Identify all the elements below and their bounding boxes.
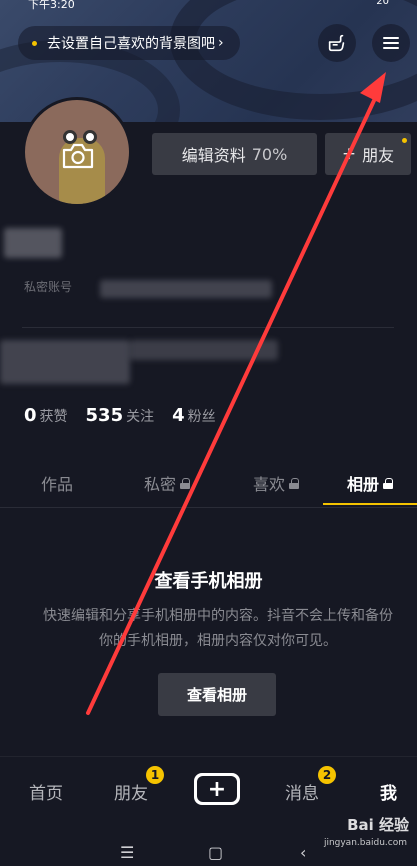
status-bar: 下午3:20 20 <box>0 0 417 12</box>
system-menu-button[interactable]: ☰ <box>120 843 134 862</box>
menu-icon <box>383 37 399 49</box>
edit-profile-button[interactable]: 编辑资料 70% <box>152 133 317 175</box>
plus-icon: + <box>197 776 237 802</box>
add-friend-button[interactable]: + 朋友 <box>325 133 411 175</box>
add-friend-label: 朋友 <box>362 146 395 165</box>
chevron-right-icon: › <box>218 35 224 51</box>
watermark-logo: Bai 经验 <box>347 816 409 834</box>
create-button[interactable]: + <box>191 773 243 805</box>
stat-value: 0 <box>24 405 37 426</box>
stat-label: 粉丝 <box>187 409 216 425</box>
nav-me[interactable]: 我 <box>380 779 397 804</box>
tab-label: 作品 <box>40 475 73 494</box>
lock-icon <box>180 477 190 489</box>
active-tab-indicator <box>323 503 417 505</box>
empty-state-title: 查看手机相册 <box>154 571 263 592</box>
view-album-button[interactable]: 查看相册 <box>158 673 276 716</box>
stat-value: 535 <box>85 405 124 426</box>
watermark-url: jingyan.baidu.com <box>323 838 407 848</box>
stat-value: 4 <box>172 405 185 426</box>
system-back-button[interactable]: ‹ <box>300 843 306 862</box>
stat-followers[interactable]: 4 粉丝 <box>172 405 216 426</box>
edit-profile-progress: 70% <box>251 144 288 164</box>
status-time: 下午3:20 <box>28 0 75 11</box>
profile-stats: 0 获赞 535 关注 4 粉丝 <box>24 405 234 426</box>
stat-label: 获赞 <box>39 409 68 425</box>
empty-state-description: 快速编辑和分享手机相册中的内容。抖音不会上传和备份你的手机相册，相册内容仅对你可… <box>43 608 393 649</box>
tab-label: 私密 <box>143 475 176 494</box>
edit-profile-label: 编辑资料 <box>181 146 246 165</box>
tab-works[interactable]: 作品 <box>5 460 109 506</box>
avatar[interactable] <box>22 97 132 207</box>
system-home-button[interactable]: ▢ <box>208 843 223 862</box>
tab-private[interactable]: 私密 <box>115 460 219 506</box>
background-swirl <box>170 0 417 120</box>
tab-album[interactable]: 相册 <box>323 460 417 506</box>
tip-dot <box>32 40 37 46</box>
view-album-label: 查看相册 <box>186 686 247 704</box>
nav-messages[interactable]: 消息 <box>285 779 319 804</box>
lock-icon <box>289 477 299 489</box>
camera-icon[interactable] <box>61 142 95 170</box>
stat-following[interactable]: 535 关注 <box>86 405 155 426</box>
redacted-bio <box>130 340 278 360</box>
tab-label: 相册 <box>346 475 379 494</box>
battery-level: 20 <box>376 0 389 7</box>
plus-icon: + <box>341 144 357 164</box>
messages-badge: 2 <box>318 766 336 784</box>
set-background-tip-text: 去设置自己喜欢的背景图吧 <box>47 36 215 52</box>
redacted-nickname <box>4 228 62 258</box>
redacted-bio <box>0 340 130 384</box>
menu-button[interactable] <box>372 24 410 62</box>
hand-icon <box>328 34 345 52</box>
stat-label: 关注 <box>126 409 155 425</box>
nav-friends[interactable]: 朋友 <box>114 779 148 804</box>
divider <box>22 327 394 328</box>
set-background-tip[interactable]: 去设置自己喜欢的背景图吧 › <box>18 26 240 60</box>
tab-label: 喜欢 <box>252 475 285 494</box>
notification-dot <box>402 138 407 143</box>
lock-icon <box>383 477 393 489</box>
stat-likes[interactable]: 0 获赞 <box>24 405 68 426</box>
profile-tabs: 作品 私密 喜欢 相册 <box>0 460 417 508</box>
redacted-account-id <box>100 280 272 298</box>
friends-badge: 1 <box>146 766 164 784</box>
hand-button[interactable] <box>318 24 356 62</box>
tab-likes[interactable]: 喜欢 <box>224 460 328 506</box>
account-label: 私密账号 <box>24 280 73 294</box>
nav-home[interactable]: 首页 <box>29 779 63 804</box>
